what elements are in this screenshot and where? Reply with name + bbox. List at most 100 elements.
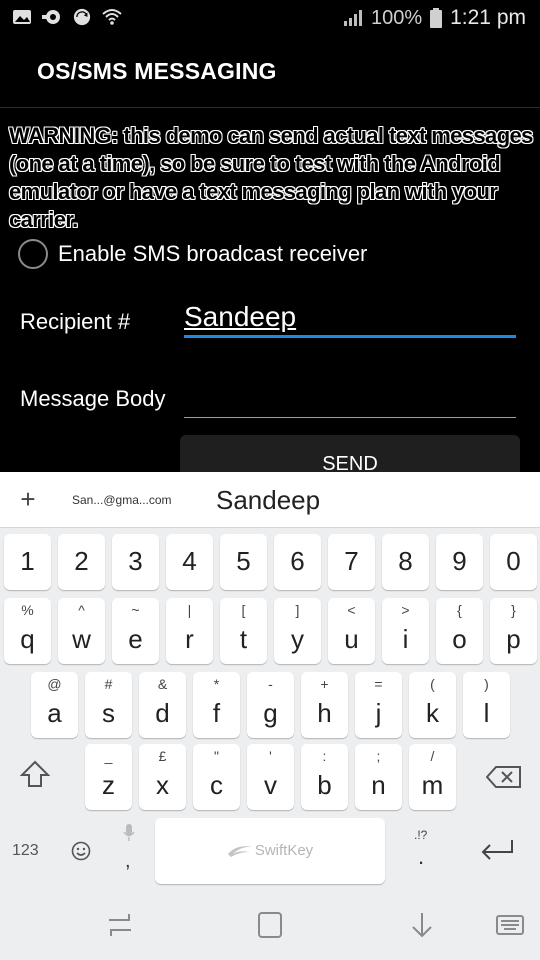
key-r[interactable]: | r [166,598,213,664]
home-icon[interactable] [255,910,285,940]
recent-apps-icon[interactable] [105,910,135,940]
key-0-label: 0 [506,546,521,576]
key-z-symbol: _ [104,748,113,764]
key-u-label: u [344,624,359,654]
key-q[interactable]: % q [4,598,51,664]
toolbar-plus-button[interactable]: + [14,484,42,514]
key-7[interactable]: 7 [328,534,375,590]
key-9[interactable]: 9 [436,534,483,590]
key-w-symbol: ^ [78,602,85,618]
wifi-icon [102,9,122,25]
sms-receiver-radio[interactable] [18,239,48,269]
sms-receiver-radio-row[interactable]: Enable SMS broadcast receiver [18,237,367,271]
key-2[interactable]: 2 [58,534,105,590]
recipient-input[interactable] [184,298,516,338]
key-6[interactable]: 6 [274,534,321,590]
app-bar: OS/SMS MESSAGING [0,38,540,108]
punct-hint: .!? [414,828,428,842]
key-i[interactable]: > i [382,598,429,664]
period-key[interactable]: .!? . [404,824,440,876]
key-b-label: b [317,770,332,800]
key-m[interactable]: / m [409,744,456,810]
key-n[interactable]: ; n [355,744,402,810]
key-d[interactable]: & d [139,672,186,738]
key-h[interactable]: + h [301,672,348,738]
numbers-key[interactable]: 123 [12,842,39,860]
key-3[interactable]: 3 [112,534,159,590]
hide-keyboard-icon[interactable] [407,910,437,940]
key-5[interactable]: 5 [220,534,267,590]
key-v[interactable]: ' v [247,744,294,810]
suggestion-email[interactable]: San...@gma...com [72,493,172,507]
key-l[interactable]: ) l [463,672,510,738]
key-x-label: x [156,770,169,800]
key-m-symbol: / [430,748,435,764]
key-j[interactable]: = j [355,672,402,738]
shift-icon[interactable] [20,760,50,788]
status-icons-right: 100% 1:21 pm [343,6,526,30]
key-4[interactable]: 4 [166,534,213,590]
key-w-label: w [72,624,91,654]
key-a[interactable]: @ a [31,672,78,738]
key-l-symbol: ) [484,676,489,692]
key-o-symbol: { [457,602,462,618]
key-2-label: 2 [74,546,89,576]
gallery-icon [13,10,31,24]
key-e[interactable]: ~ e [112,598,159,664]
suggestion-word[interactable]: Sandeep [216,485,320,516]
key-s[interactable]: # s [85,672,132,738]
key-i-symbol: > [401,602,410,618]
key-w[interactable]: ^ w [58,598,105,664]
status-icons-left [12,8,122,26]
key-f[interactable]: * f [193,672,240,738]
key-z-label: z [102,770,115,800]
key-y[interactable]: ] y [274,598,321,664]
key-4-label: 4 [182,546,197,576]
navigation-bar [0,888,540,960]
key-0[interactable]: 0 [490,534,537,590]
keyboard-switch-icon[interactable] [495,910,525,940]
key-t[interactable]: [t [220,598,267,664]
key-u[interactable]: < u [328,598,375,664]
space-key[interactable]: SwiftKey [155,818,385,884]
key-g-symbol: - [268,676,273,692]
key-5-label: 5 [236,546,251,576]
backspace-icon[interactable] [486,766,522,788]
key-e-symbol: ~ [131,602,140,618]
key-n-symbol: ; [376,748,381,764]
clock: 1:21 pm [450,6,526,29]
key-6-label: 6 [290,546,305,576]
signal-icon [343,10,362,26]
key-d-symbol: & [157,676,168,692]
key-o[interactable]: {o [436,598,483,664]
key-q-label: q [20,624,35,654]
key-z[interactable]: _ z [85,744,132,810]
keyboard: + San...@gma...com Sandeep 1 2 3 4 5 6 7 8 9 0% q ^… [0,472,540,888]
key-c[interactable]: " c [193,744,240,810]
space-key-label: SwiftKey [254,842,314,860]
key-1[interactable]: 1 [4,534,51,590]
key-c-label: c [210,770,223,800]
period-label: . [418,844,425,869]
key-y-label: y [291,624,304,654]
battery-icon [430,8,443,28]
key-k-symbol: ( [430,676,435,692]
suggestion-bar: + San...@gma...com Sandeep [0,472,540,528]
key-k[interactable]: (k [409,672,456,738]
key-8[interactable]: 8 [382,534,429,590]
key-v-symbol: ' [269,748,272,764]
message-body-input[interactable] [184,378,516,418]
sms-receiver-label: Enable SMS broadcast receiver [58,241,368,266]
comma-key[interactable]: , [112,824,146,876]
key-p[interactable]: } p [490,598,537,664]
enter-icon[interactable] [480,838,514,860]
key-g[interactable]: -g [247,672,294,738]
message-body-label: Message Body [20,386,166,411]
app-title: OS/SMS MESSAGING [37,58,277,84]
battery-percent: 100% [370,6,423,29]
key-t-label: t [239,624,248,654]
emoji-icon[interactable] [71,841,91,861]
key-x[interactable]: £ x [139,744,186,810]
key-k-label: k [426,698,439,728]
key-b[interactable]: :b [301,744,348,810]
